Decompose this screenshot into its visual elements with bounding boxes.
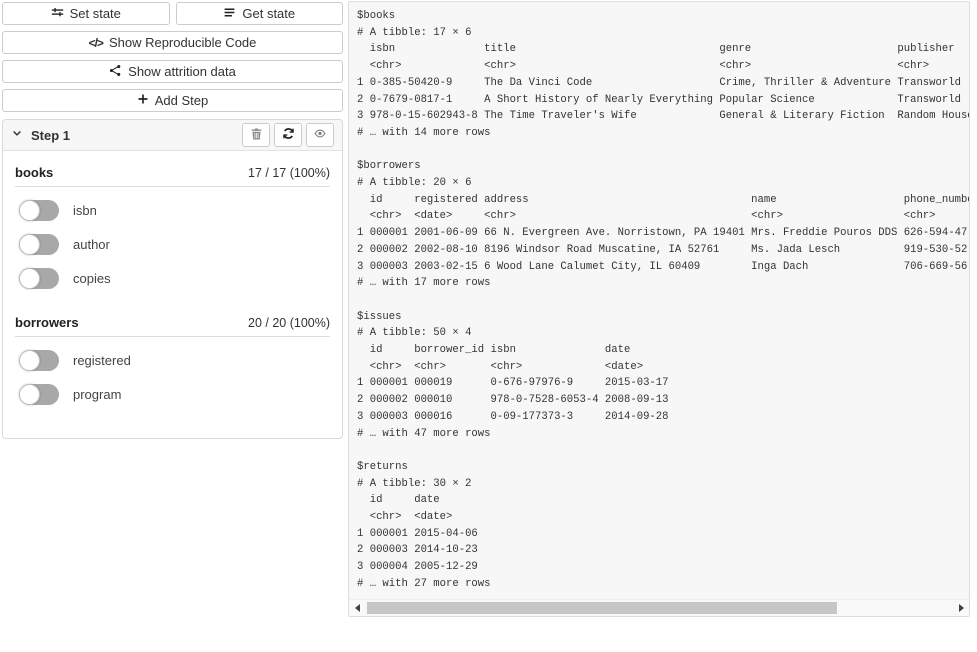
console-line: $books xyxy=(357,8,969,25)
toggle-knob xyxy=(19,234,40,255)
console-line: # A tibble: 30 × 2 xyxy=(357,476,969,493)
toggle-switch[interactable] xyxy=(19,268,59,289)
console-line: id date xyxy=(357,492,969,509)
console-line: isbn title genre publisher xyxy=(357,41,969,58)
console-line: id borrower_id isbn date xyxy=(357,342,969,359)
toggle-label: program xyxy=(73,387,121,402)
step-card: Step 1 xyxy=(2,119,343,439)
eye-icon xyxy=(313,127,327,143)
add-step-label: Add Step xyxy=(155,93,209,108)
scrollbar-thumb[interactable] xyxy=(367,602,837,614)
toggle-label: registered xyxy=(73,353,131,368)
plus-icon xyxy=(137,93,149,108)
console-line: # … with 27 more rows xyxy=(357,576,969,593)
console-block: $returns# A tibble: 30 × 2 id date <chr>… xyxy=(357,459,969,593)
console-line: <chr> <chr> <chr> <date> xyxy=(357,359,969,376)
console-line: 2 000002 2002-08-10 8196 Windsor Road Mu… xyxy=(357,242,969,259)
toggle-row: registered xyxy=(19,350,326,371)
console-line: id registered address name phone_number xyxy=(357,192,969,209)
console-block: $borrowers# A tibble: 20 × 6 id register… xyxy=(357,158,969,292)
get-state-label: Get state xyxy=(242,6,295,21)
toggle-knob xyxy=(19,350,40,371)
console-line: <chr> <date> xyxy=(357,509,969,526)
left-panel: Set state Get state </> Show Reproducibl… xyxy=(2,2,343,439)
get-state-button[interactable]: Get state xyxy=(176,2,344,25)
console-line: <chr> <date> <chr> <chr> <chr> xyxy=(357,208,969,225)
network-icon xyxy=(109,64,122,80)
toggle-row: copies xyxy=(19,268,326,289)
delete-step-button[interactable] xyxy=(242,123,270,147)
console-line: # A tibble: 17 × 6 xyxy=(357,25,969,42)
section-count: 20 / 20 (100%) xyxy=(248,316,330,330)
section-name: borrowers xyxy=(15,315,79,330)
section-name: books xyxy=(15,165,53,180)
scroll-right-arrow-icon[interactable] xyxy=(953,600,969,616)
code-icon: </> xyxy=(89,36,103,50)
horizontal-scrollbar[interactable] xyxy=(349,599,969,616)
console-line: 3 978-0-15-602943-8 The Time Traveler's … xyxy=(357,108,969,125)
console-line: # A tibble: 20 × 6 xyxy=(357,175,969,192)
scroll-left-arrow-icon[interactable] xyxy=(349,600,365,616)
console-line: 3 000003 2003-02-15 6 Wood Lane Calumet … xyxy=(357,259,969,276)
console-line: 1 000001 000019 0-676-97976-9 2015-03-17 xyxy=(357,375,969,392)
console-line: # A tibble: 50 × 4 xyxy=(357,325,969,342)
console-line: $returns xyxy=(357,459,969,476)
show-attrition-data-button[interactable]: Show attrition data xyxy=(2,60,343,83)
sliders-icon xyxy=(51,6,64,22)
field-section: borrowers 20 / 20 (100%) registered prog… xyxy=(15,315,330,405)
toggle-knob xyxy=(19,200,40,221)
step-title: Step 1 xyxy=(31,128,70,143)
console-line: # … with 14 more rows xyxy=(357,125,969,142)
show-reproducible-code-button[interactable]: </> Show Reproducible Code xyxy=(2,31,343,54)
toggle-list: isbn author copies xyxy=(15,200,330,289)
show-code-label: Show Reproducible Code xyxy=(109,35,256,50)
console-block: $books# A tibble: 17 × 6 isbn title genr… xyxy=(357,8,969,142)
toggle-knob xyxy=(19,384,40,405)
show-attrition-label: Show attrition data xyxy=(128,64,236,79)
toggle-label: copies xyxy=(73,271,111,286)
reset-step-button[interactable] xyxy=(274,123,302,147)
field-section: books 17 / 17 (100%) isbn author copies xyxy=(15,165,330,289)
section-count: 17 / 17 (100%) xyxy=(248,166,330,180)
view-step-button[interactable] xyxy=(306,123,334,147)
toggle-knob xyxy=(19,268,40,289)
toggle-switch[interactable] xyxy=(19,234,59,255)
toggle-switch[interactable] xyxy=(19,200,59,221)
console-line: 1 0-385-50420-9 The Da Vinci Code Crime,… xyxy=(357,75,969,92)
toggle-list: registered program xyxy=(15,350,330,405)
console-line: 3 000003 000016 0-09-177373-3 2014-09-28 xyxy=(357,409,969,426)
toggle-switch[interactable] xyxy=(19,384,59,405)
console-line: # … with 47 more rows xyxy=(357,426,969,443)
console-line: # … with 17 more rows xyxy=(357,275,969,292)
toggle-row: isbn xyxy=(19,200,326,221)
console-line: <chr> <chr> <chr> <chr> xyxy=(357,58,969,75)
console-line: 2 000002 000010 978-0-7528-6053-4 2008-0… xyxy=(357,392,969,409)
step-sections: books 17 / 17 (100%) isbn author copies … xyxy=(3,151,342,438)
console-line: 1 000001 2001-06-09 66 N. Evergreen Ave.… xyxy=(357,225,969,242)
console-block: $issues# A tibble: 50 × 4 id borrower_id… xyxy=(357,309,969,443)
trash-icon xyxy=(250,127,263,144)
scrollbar-track[interactable] xyxy=(365,600,953,616)
list-icon xyxy=(223,6,236,22)
step-header[interactable]: Step 1 xyxy=(3,120,342,151)
set-state-button[interactable]: Set state xyxy=(2,2,170,25)
console-line: 3 000004 2005-12-29 xyxy=(357,559,969,576)
console-line: 1 000001 2015-04-06 xyxy=(357,526,969,543)
console-line: 2 0-7679-0817-1 A Short History of Nearl… xyxy=(357,92,969,109)
sync-icon xyxy=(282,127,295,143)
toggle-row: author xyxy=(19,234,326,255)
toggle-switch[interactable] xyxy=(19,350,59,371)
toggle-row: program xyxy=(19,384,326,405)
console-line: 2 000003 2014-10-23 xyxy=(357,542,969,559)
console-panel: $books# A tibble: 17 × 6 isbn title genr… xyxy=(348,1,970,617)
chevron-down-icon xyxy=(11,126,23,144)
toggle-label: isbn xyxy=(73,203,97,218)
console-line: $borrowers xyxy=(357,158,969,175)
toggle-label: author xyxy=(73,237,110,252)
add-step-button[interactable]: Add Step xyxy=(2,89,343,112)
console-output: $books# A tibble: 17 × 6 isbn title genr… xyxy=(349,2,969,599)
set-state-label: Set state xyxy=(70,6,121,21)
console-line: $issues xyxy=(357,309,969,326)
